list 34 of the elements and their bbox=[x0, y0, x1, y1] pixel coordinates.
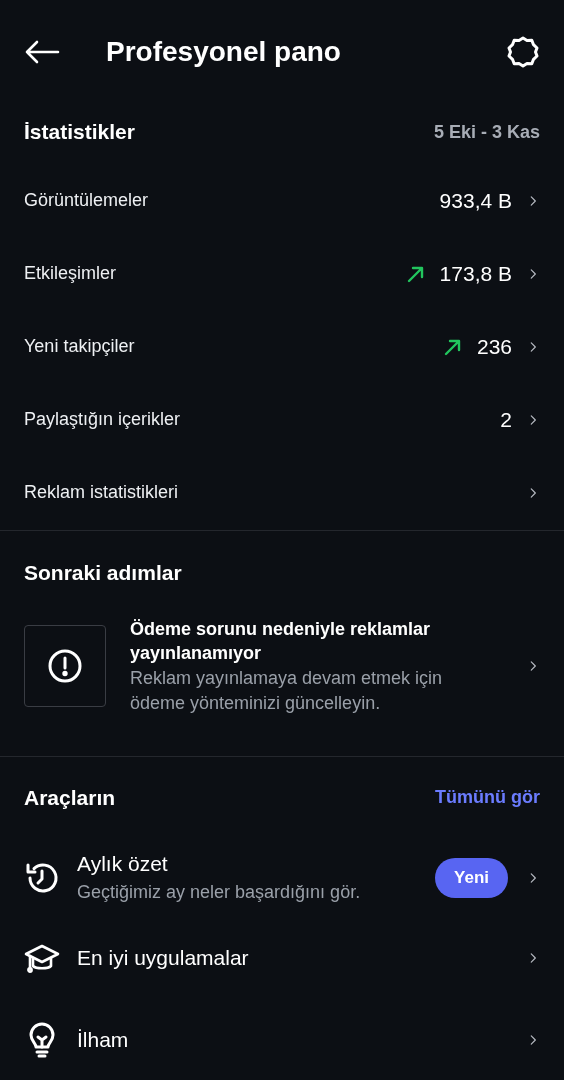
alert-title: Ödeme sorunu nedeniyle reklamlar yayınlanamıyor bbox=[130, 617, 432, 665]
date-range: 5 Eki - 3 Kas bbox=[433, 120, 540, 144]
tool-title: En iyi uygulamalar bbox=[77, 944, 250, 971]
alert-card[interactable]: Ödeme sorunu nedeniyle reklamlar yayınlanamıyor Reklam yayınlamaya devam etmek için ödeme yönteminizi güncelleyin. bbox=[0, 616, 564, 716]
stat-row[interactable]: Reklam istatistikleri bbox=[0, 456, 564, 529]
stat-label: Paylaştığın içerikler bbox=[24, 408, 182, 431]
back-arrow-icon[interactable] bbox=[24, 40, 60, 64]
warning-icon bbox=[24, 625, 106, 707]
page-title: Profesyonel pano bbox=[106, 35, 342, 69]
stat-value: 173,8 B bbox=[439, 260, 512, 287]
stat-row[interactable]: Görüntülemeler 933,4 B bbox=[0, 164, 564, 237]
stat-row[interactable]: Yeni takipçiler 236 bbox=[0, 310, 564, 383]
section-title: İstatistikler bbox=[24, 119, 135, 146]
stat-label: Reklam istatistikleri bbox=[24, 481, 180, 504]
alert-text: Reklam yayınlamaya devam etmek için ödeme yönteminizi güncelleyin. bbox=[130, 666, 444, 715]
tool-item[interactable]: Aylık özet Geçtiğimiz ay neler başardığını gör. Yeni bbox=[0, 838, 564, 917]
stat-label: Yeni takipçiler bbox=[24, 335, 136, 358]
stat-value: 236 bbox=[476, 333, 512, 360]
tool-subtitle: Geçtiğimiz ay neler başardığını gör. bbox=[77, 880, 362, 904]
stat-value: 2 bbox=[500, 406, 512, 433]
tool-item[interactable]: En iyi uygulamalar bbox=[0, 916, 564, 999]
stat-value: 933,4 B bbox=[439, 187, 512, 214]
tool-item[interactable]: İlham bbox=[0, 998, 564, 1080]
section-title: Sonraki adımlar bbox=[23, 560, 183, 586]
stat-label: Görüntülemeler bbox=[24, 189, 150, 212]
stat-label: Etkileşimler bbox=[24, 262, 117, 285]
stat-row[interactable]: Etkileşimler 173,8 B bbox=[0, 237, 564, 310]
stat-row[interactable]: Paylaştığın içerikler 2 bbox=[0, 383, 564, 456]
section-title: Araçların bbox=[24, 784, 116, 811]
see-all-link[interactable]: Tümünü gör bbox=[435, 784, 540, 811]
tool-title: Aylık özet bbox=[77, 850, 169, 877]
new-badge: Yeni bbox=[435, 857, 508, 898]
settings-icon[interactable] bbox=[506, 35, 540, 69]
tool-title: İlham bbox=[77, 1026, 130, 1053]
